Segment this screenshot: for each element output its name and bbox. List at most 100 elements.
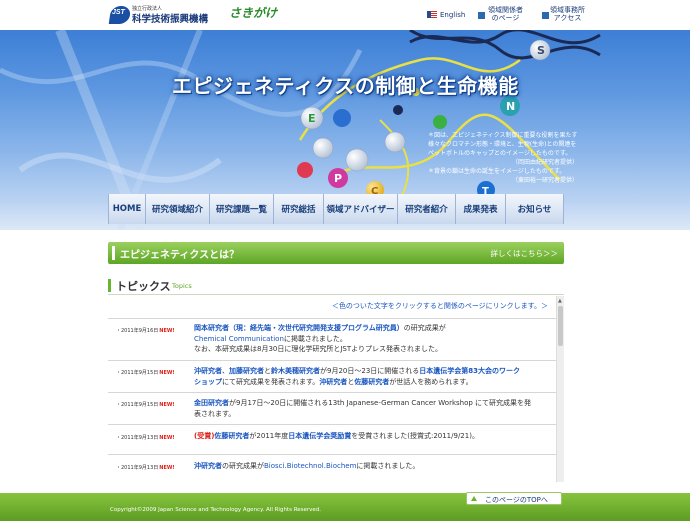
nav-advisors[interactable]: 領域アドバイザー <box>324 194 398 224</box>
sphere-letter-n: N <box>506 100 515 113</box>
english-link[interactable]: English <box>440 11 465 19</box>
nav-area-intro[interactable]: 研究領域紹介 <box>146 194 210 224</box>
topic-link[interactable]: 金田研究者 <box>194 399 229 407</box>
topic-date: ・2011年9月13日NEW! <box>116 464 175 471</box>
new-badge: NEW! <box>159 435 175 441</box>
sakigake-logo[interactable]: さきがけ <box>229 4 277 21</box>
hero-caption-credit: （東田裕一研究者提供） <box>511 177 578 184</box>
topic-date: ・2011年9月15日NEW! <box>116 401 175 408</box>
main-nav: HOME 研究領域紹介 研究課題一覧 研究総括 領域アドバイザー 研究者紹介 成… <box>108 194 564 224</box>
topic-link[interactable]: 沖研究者 <box>319 378 347 386</box>
epigenetics-banner[interactable]: エピジェネティクスとは？ 詳しくはこちら＞＞ <box>108 242 564 264</box>
topic-link[interactable]: 沖研究者 <box>194 367 222 375</box>
jst-logo[interactable]: JST 独立行政法人 科学技術振興機構 <box>108 5 228 25</box>
topic-link[interactable]: 加藤研究者 <box>229 367 264 375</box>
topic-link[interactable]: 岡本研究者（現：経先端・次世代研究開発支援プログラム研究員） <box>194 324 404 332</box>
topic-date-text: ・2011年9月13日 <box>116 465 159 471</box>
topic-link[interactable]: 日本遺伝学会奨励賞 <box>288 432 351 440</box>
nav-news[interactable]: お知らせ <box>506 194 564 224</box>
topic-date: ・2011年9月13日NEW! <box>116 434 175 441</box>
banner-details-link[interactable]: 詳しくはこちら＞＞ <box>491 248 559 259</box>
topic-link[interactable]: 佐藤研究者 <box>214 432 249 440</box>
topic-text-part: が世話人を務められます。 <box>389 377 473 386</box>
nav-project-list[interactable]: 研究課題一覧 <box>210 194 274 224</box>
topic-text-part: が9月20日〜23日に開催される <box>320 367 420 375</box>
topic-link[interactable]: 佐藤研究者 <box>354 378 389 386</box>
topics-header: トピックス Topics <box>108 278 564 295</box>
nav-home[interactable]: HOME <box>108 194 146 224</box>
topic-text: 沖研究者、加藤研究者と鈴木美穂研究者が9月20日〜23日に開催される日本遺伝学会… <box>194 366 548 387</box>
new-badge: NEW! <box>159 465 175 471</box>
access-link-line1: 領域事務所 <box>550 6 585 14</box>
topic-text-part: なお、本研究成果は8月30日に理化学研究所とJSTよりプレス発表されました。 <box>194 345 443 353</box>
topic-text: 沖研究者の研究成果がBiosci.Biotechnol.Biochemに掲載され… <box>194 461 548 472</box>
footer: Copyright©2009 Japan Science and Technol… <box>0 493 690 521</box>
topic-text-part: の研究成果が <box>403 324 446 332</box>
topics-scrollbar[interactable]: ▲ <box>556 296 564 482</box>
us-flag-icon <box>427 11 437 18</box>
banner-title: エピジェネティクスとは？ <box>120 250 240 261</box>
arrow-icon <box>542 12 549 19</box>
area-members-link-line1: 領域関係者 <box>488 6 523 14</box>
topics-accent-bar <box>108 279 111 292</box>
topic-text: 岡本研究者（現：経先端・次世代研究開発支援プログラム研究員）の研究成果が Che… <box>194 323 548 355</box>
topic-date-text: ・2011年9月15日 <box>116 370 159 376</box>
hero-caption-line: ＊図は、エピジェネティクス制御に重要な役割を果たす様々なクロマチン形態・環境と、… <box>428 132 578 157</box>
sphere-letter-e: E <box>308 112 316 125</box>
topic-text-part: に掲載されました。 <box>283 334 347 343</box>
topic-text-part: が2011年度 <box>249 432 289 440</box>
jst-mark-text: JST <box>112 9 125 16</box>
sphere-letter-p: P <box>334 172 342 185</box>
access-link-line2: アクセス <box>553 14 582 22</box>
topic-link[interactable]: 沖研究者 <box>194 462 222 470</box>
topic-date: ・2011年9月15日NEW! <box>116 369 175 376</box>
topic-link[interactable]: Chemical Communication <box>194 335 284 343</box>
new-badge: NEW! <box>159 402 175 408</box>
hero-title: エピジェネティクスの制御と生命機能 <box>172 74 519 98</box>
nav-results[interactable]: 成果発表 <box>456 194 506 224</box>
top-bar: JST 独立行政法人 科学技術振興機構 さきがけ English 領域関係者 の… <box>0 0 690 30</box>
topics-title: トピックス <box>116 280 171 293</box>
area-office-access-link[interactable]: 領域事務所 アクセス <box>550 6 585 22</box>
page-top-button[interactable]: このページのTOPへ <box>466 492 562 505</box>
area-members-link[interactable]: 領域関係者 のページ <box>488 6 523 22</box>
topic-text-part: にて研究成果を発表されます。 <box>222 377 320 386</box>
topic-text-part: 、 <box>222 367 229 375</box>
new-badge: NEW! <box>159 370 175 376</box>
topics-hint: ＜色のついた文字をクリックすると関係のページにリンクします。＞ <box>331 302 548 310</box>
topic-link[interactable]: 日本遺伝学会第83大会のワーク <box>419 367 520 375</box>
topic-date-text: ・2011年9月15日 <box>116 402 159 408</box>
jst-name: 科学技術振興機構 <box>132 14 209 25</box>
topics-list[interactable]: ＜色のついた文字をクリックすると関係のページにリンクします。＞ ・2011年9月… <box>108 296 564 482</box>
copyright: Copyright©2009 Japan Science and Technol… <box>110 507 322 513</box>
topic-text-part: 表されます。 <box>194 409 236 418</box>
topic-item: ・2011年9月15日NEW! 金田研究者が9月17日〜20日に開催される13t… <box>108 392 556 424</box>
topic-text-part: と <box>264 367 271 375</box>
topic-item: ・2011年9月16日NEW! 岡本研究者（現：経先端・次世代研究開発支援プログ… <box>108 318 556 360</box>
hero-caption-line: ＊背景の鎖は生命の誕生をイメージしたものです。 <box>428 168 566 175</box>
nav-researchers[interactable]: 研究者紹介 <box>398 194 456 224</box>
arrow-up-icon <box>471 496 477 501</box>
award-label: (受賞) <box>194 432 215 440</box>
topic-text: 金田研究者が9月17日〜20日に開催される13th Japanese-Germa… <box>194 398 548 419</box>
topics-subtitle: Topics <box>172 282 192 290</box>
nav-supervisor[interactable]: 研究総括 <box>274 194 324 224</box>
topic-item: ・2011年9月13日NEW! (受賞)佐藤研究者が2011年度日本遺伝学会奨励… <box>108 424 556 454</box>
hero-caption: ＊図は、エピジェネティクス制御に重要な役割を果たす様々なクロマチン形態・環境と、… <box>428 131 578 185</box>
topics-divider <box>108 294 564 295</box>
topic-text-part: の研究成果が <box>222 462 264 470</box>
topic-link[interactable]: ショップ <box>194 378 222 386</box>
topic-text-part: が9月17日〜20日に開催される13th Japanese-German Can… <box>229 399 532 407</box>
new-badge: NEW! <box>159 328 175 334</box>
topic-link[interactable]: Biosci.Biotechnol.Biochem <box>264 462 356 470</box>
scroll-up-icon[interactable]: ▲ <box>558 298 562 304</box>
topic-date-text: ・2011年9月16日 <box>116 328 159 334</box>
topic-link[interactable]: 鈴木美穂研究者 <box>271 367 320 375</box>
arrow-icon <box>478 12 485 19</box>
hero-caption-credit: （岡田由紀研究者提供） <box>511 159 578 166</box>
topic-text-part: を受賞されました(授賞式:2011/9/21)。 <box>351 432 479 440</box>
sphere-letter-s: S <box>537 44 545 57</box>
area-members-link-line2: のページ <box>491 14 520 22</box>
banner-accent-bar <box>112 246 115 260</box>
scroll-thumb[interactable] <box>558 306 563 346</box>
